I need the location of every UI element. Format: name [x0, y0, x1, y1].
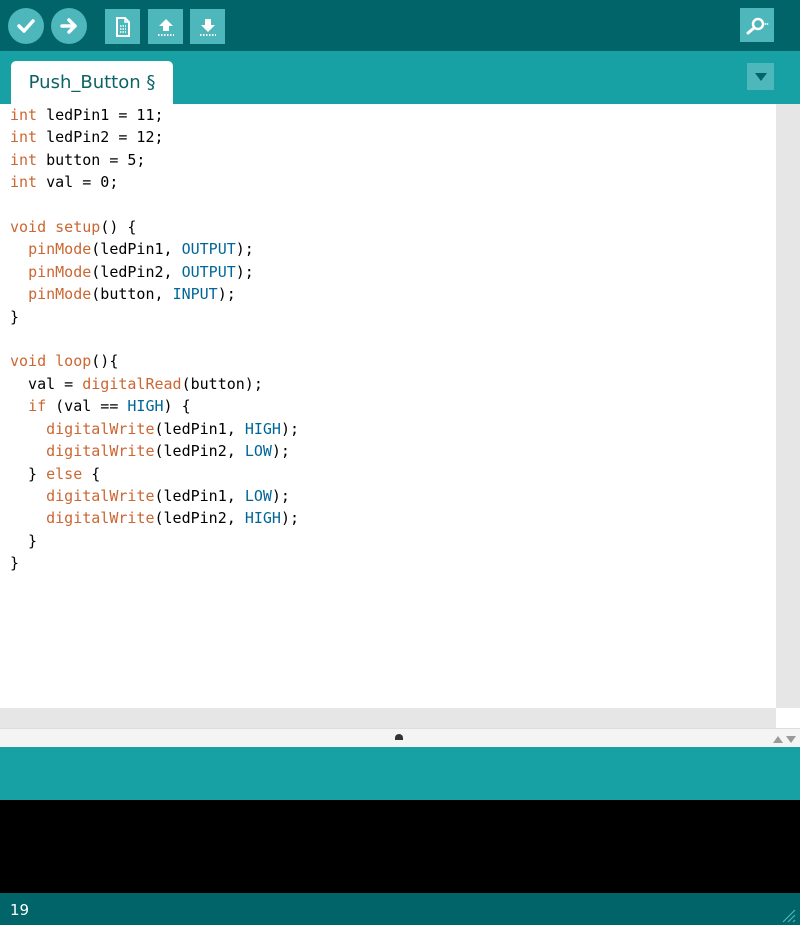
tab-push-button[interactable]: Push_Button §	[11, 61, 173, 104]
line-number: 19	[10, 901, 30, 919]
arrow-down-icon	[199, 18, 216, 36]
upload-button[interactable]	[51, 8, 87, 44]
scrollbar-corner	[776, 708, 800, 728]
arrow-right-icon	[60, 18, 77, 34]
code-editor[interactable]: int ledPin1 = 11; int ledPin2 = 12; int …	[0, 104, 776, 708]
save-button[interactable]	[190, 9, 225, 44]
message-area	[0, 747, 800, 800]
code-text[interactable]: int ledPin1 = 11; int ledPin2 = 12; int …	[0, 104, 776, 575]
arrow-up-icon	[157, 18, 174, 36]
vertical-scrollbar[interactable]	[776, 104, 800, 708]
divider-grip-icon[interactable]	[395, 734, 403, 740]
new-document-icon	[115, 16, 130, 37]
horizontal-scrollbar[interactable]	[0, 708, 776, 728]
status-bar: 19	[0, 893, 800, 925]
tab-bar: Push_Button §	[0, 51, 800, 104]
tab-menu-button[interactable]	[747, 63, 774, 90]
verify-button[interactable]	[8, 8, 44, 44]
triangle-down-icon	[754, 72, 767, 81]
pane-divider[interactable]	[0, 728, 800, 747]
open-button[interactable]	[148, 9, 183, 44]
resize-grip-icon[interactable]	[778, 905, 796, 923]
console-output[interactable]	[0, 800, 800, 893]
tab-label: Push_Button §	[28, 72, 156, 93]
toolbar	[0, 0, 800, 51]
serial-monitor-button[interactable]	[740, 8, 774, 42]
collapse-arrows-icon[interactable]	[772, 734, 798, 744]
checkmark-icon	[17, 19, 35, 33]
magnifier-icon	[746, 17, 769, 35]
new-button[interactable]	[105, 9, 140, 44]
